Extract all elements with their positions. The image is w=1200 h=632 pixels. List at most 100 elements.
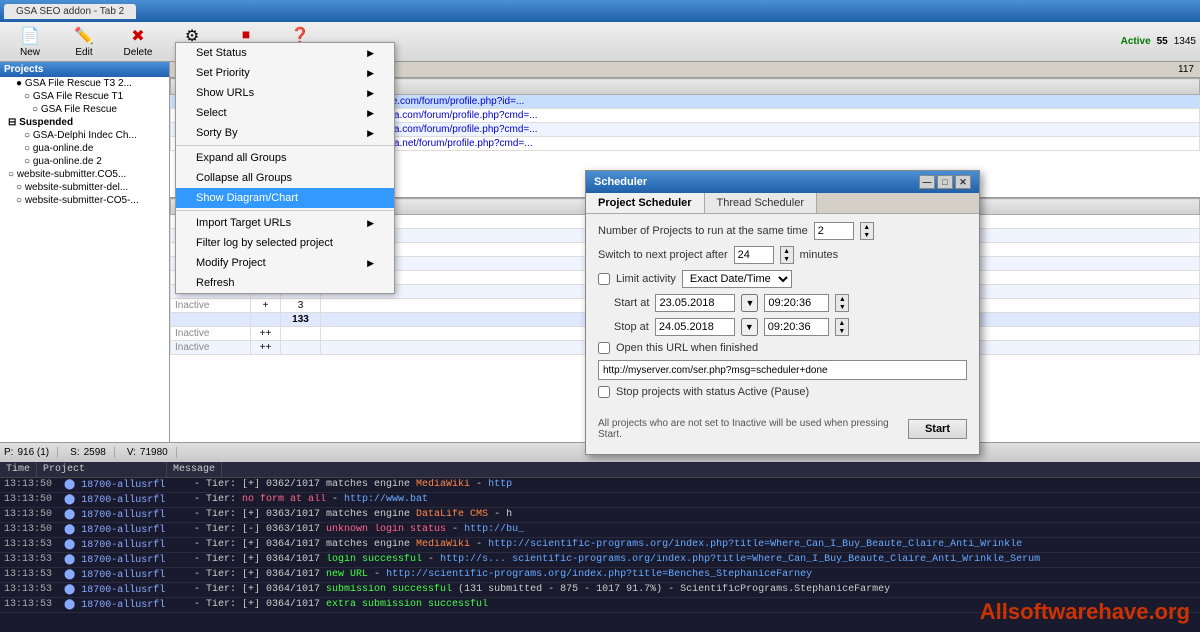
ctx-refresh[interactable]: Refresh — [176, 273, 394, 293]
tree-item[interactable]: ● GSA File Rescue T3 2... — [0, 77, 169, 90]
dialog-footer: All projects who are not set to Inactive… — [586, 412, 979, 454]
tree-item[interactable]: ○ website-submitter.CO5... — [0, 168, 169, 181]
open-url-input[interactable] — [598, 360, 967, 380]
stop-projects-label: Stop projects with status Active (Pause) — [616, 386, 809, 398]
dialog-maximize-btn[interactable]: □ — [937, 175, 953, 189]
start-date-picker[interactable]: ▼ — [741, 294, 758, 312]
count-117: 117 — [1178, 64, 1194, 75]
s-label: S: — [70, 447, 79, 458]
left-panel: Projects ● GSA File Rescue T3 2... ○ GSA… — [0, 62, 170, 442]
tree-item[interactable]: ○ GSA-Delphi Indeс Ch... — [0, 129, 169, 142]
ctx-arrow-icon: ▶ — [367, 88, 374, 99]
dialog-close-btn[interactable]: ✕ — [955, 175, 971, 189]
ctx-arrow-icon: ▶ — [367, 68, 374, 79]
dialog-controls: — □ ✕ — [919, 175, 971, 189]
tab-project-scheduler[interactable]: Project Scheduler — [586, 193, 705, 213]
spin-up-icon[interactable]: ▲ — [836, 295, 848, 303]
delete-button[interactable]: ✖ Delete — [112, 24, 164, 60]
num-projects-row: Number of Projects to run at the same ti… — [598, 222, 967, 240]
dialog-minimize-btn[interactable]: — — [919, 175, 935, 189]
spin-down-icon[interactable]: ▼ — [836, 303, 848, 311]
tree-group-suspended[interactable]: ⊟ Suspended — [0, 116, 169, 129]
log-panel: Time Project Message 13:13:50 ⬤ 18700-al… — [0, 462, 1200, 632]
context-menu: Set Status ▶ Set Priority ▶ Show URLs ▶ … — [175, 62, 395, 294]
log-row[interactable]: 13:13:50 ⬤ 18700-allusrfl - Tier: [+] 03… — [0, 478, 1200, 493]
log-col-project: Project — [37, 462, 167, 477]
switch-spinner[interactable]: ▲ ▼ — [780, 246, 794, 264]
ctx-arrow-icon: ▶ — [367, 108, 374, 119]
url-col-url: URL — [341, 79, 1200, 95]
log-row[interactable]: 13:13:53 ⬤ 18700-allusrfl - Tier: [+] 03… — [0, 538, 1200, 553]
spin-down-icon[interactable]: ▼ — [861, 231, 873, 239]
log-col-time: Time — [0, 462, 37, 477]
tree-item[interactable]: ○ GSA File Rescue — [0, 103, 169, 116]
tab-thread-scheduler[interactable]: Thread Scheduler — [705, 193, 817, 213]
dialog-body: Number of Projects to run at the same ti… — [586, 214, 979, 412]
tree-item[interactable]: ○ GSA File Rescue T1 — [0, 90, 169, 103]
limit-activity-checkbox[interactable] — [598, 273, 610, 285]
v-value: 71980 — [140, 447, 168, 458]
log-row[interactable]: 13:13:53 ⬤ 18700-allusrfl - Tier: [+] 03… — [0, 553, 1200, 568]
v-label: V: — [127, 447, 136, 458]
ctx-select[interactable]: Select ▶ — [176, 103, 394, 123]
stop-time-input[interactable] — [764, 318, 829, 336]
status-v: V: 71980 — [127, 447, 177, 458]
log-row[interactable]: 13:13:50 ⬤ 18700-allusrfl - Tier: [-] 03… — [0, 523, 1200, 538]
limit-activity-dropdown[interactable]: Exact Date/Time — [682, 270, 792, 288]
spin-up-icon[interactable]: ▲ — [861, 223, 873, 231]
p-label: P: — [4, 447, 13, 458]
app-tab[interactable]: GSA SEO addon - Tab 2 — [4, 4, 136, 19]
stop-date-picker[interactable]: ▼ — [741, 318, 758, 336]
tree-item[interactable]: ○ website-submitter-CO5-... — [0, 194, 169, 207]
num-projects-label: Number of Projects to run at the same ti… — [598, 225, 808, 237]
spin-up-icon[interactable]: ▲ — [836, 319, 848, 327]
spin-down-icon[interactable]: ▼ — [836, 327, 848, 335]
ctx-show-urls[interactable]: Show URLs ▶ — [176, 83, 394, 103]
ctx-collapse-groups[interactable]: Collapse all Groups — [176, 168, 394, 188]
tree-item[interactable]: ○ website-submitter-del... — [0, 181, 169, 194]
log-header: Time Project Message — [0, 462, 1200, 478]
delete-icon: ✖ — [131, 26, 144, 46]
active-total: 1345 — [1174, 36, 1196, 47]
minutes-label: minutes — [800, 249, 839, 261]
num-projects-input[interactable] — [814, 222, 854, 240]
stop-projects-checkbox[interactable] — [598, 386, 610, 398]
ctx-sort-by[interactable]: Sorty By ▶ — [176, 123, 394, 143]
dialog-title: Scheduler — [594, 176, 647, 188]
start-date-input[interactable] — [655, 294, 735, 312]
dialog-tabs: Project Scheduler Thread Scheduler — [586, 193, 979, 214]
tree-item[interactable]: ○ gua-online.de 2 — [0, 155, 169, 168]
open-url-checkbox[interactable] — [598, 342, 610, 354]
start-time-input[interactable] — [764, 294, 829, 312]
active-label: Active — [1121, 36, 1151, 47]
ctx-filter-log[interactable]: Filter log by selected project — [176, 233, 394, 253]
log-row[interactable]: 13:13:53 ⬤ 18700-allusrfl - Tier: [+] 03… — [0, 598, 1200, 613]
ctx-expand-groups[interactable]: Expand all Groups — [176, 148, 394, 168]
spin-up-icon[interactable]: ▲ — [781, 247, 793, 255]
start-time-spinner[interactable]: ▲ ▼ — [835, 294, 849, 312]
stop-date-input[interactable] — [655, 318, 735, 336]
switch-input[interactable] — [734, 246, 774, 264]
limit-activity-label: Limit activity — [616, 273, 676, 285]
ctx-set-priority[interactable]: Set Priority ▶ — [176, 63, 394, 83]
p-value: 916 (1) — [17, 447, 49, 458]
ctx-modify-project[interactable]: Modify Project ▶ — [176, 253, 394, 273]
ctx-show-diagram[interactable]: Show Diagram/Chart — [176, 188, 394, 208]
log-col-message: Message — [167, 462, 222, 477]
ctx-import-urls[interactable]: Import Target URLs ▶ — [176, 213, 394, 233]
spin-down-icon[interactable]: ▼ — [781, 255, 793, 263]
edit-button[interactable]: ✏️ Edit — [58, 24, 110, 60]
tree-item[interactable]: ○ gua-online.de — [0, 142, 169, 155]
new-icon: 📄 — [20, 26, 40, 46]
stop-time-spinner[interactable]: ▲ ▼ — [835, 318, 849, 336]
edit-icon: ✏️ — [74, 26, 94, 46]
log-row[interactable]: 13:13:53 ⬤ 18700-allusrfl - Tier: [+] 03… — [0, 583, 1200, 598]
log-row[interactable]: 13:13:50 ⬤ 18700-allusrfl - Tier: no for… — [0, 493, 1200, 508]
num-projects-spinner[interactable]: ▲ ▼ — [860, 222, 874, 240]
new-button[interactable]: 📄 New — [4, 24, 56, 60]
ctx-separator — [176, 145, 394, 146]
log-row[interactable]: 13:13:50 ⬤ 18700-allusrfl - Tier: [+] 03… — [0, 508, 1200, 523]
log-row[interactable]: 13:13:53 ⬤ 18700-allusrfl - Tier: [+] 03… — [0, 568, 1200, 583]
start-button[interactable]: Start — [908, 419, 967, 439]
limit-activity-row: Limit activity Exact Date/Time — [598, 270, 967, 288]
